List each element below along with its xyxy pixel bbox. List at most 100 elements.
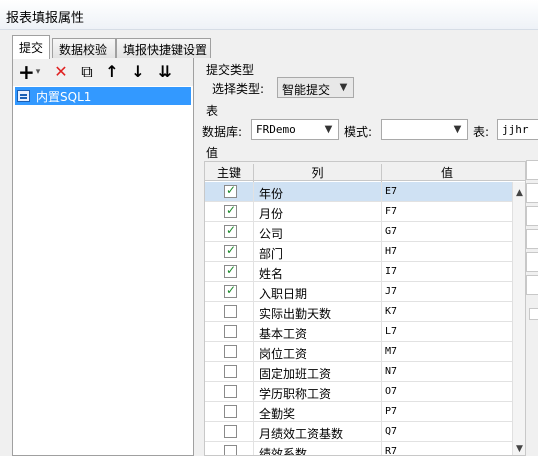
table-body: 年份 E7 月份 F7 公司 G7 部门 H7 姓名 I7 入职日期 J7 实际出勤天数 K7 基本工资 L7… — [205, 182, 512, 456]
database-select[interactable]: FRDemo ▼ — [251, 119, 339, 140]
tab-data-validation[interactable]: 数据校验 — [52, 38, 116, 58]
primary-key-checkbox[interactable] — [224, 243, 237, 258]
column-name-cell: 学历职称工资 — [259, 387, 332, 401]
values-section-label: 值 — [206, 146, 219, 160]
column-name-cell: 基本工资 — [259, 327, 308, 341]
scroll-down-icon[interactable]: ▼ — [513, 442, 525, 455]
column-name-cell: 入职日期 — [259, 287, 308, 301]
table-row[interactable]: 部门 H7 — [205, 242, 512, 262]
delete-icon[interactable]: ✕ — [52, 62, 70, 82]
side-field[interactable] — [526, 160, 538, 180]
primary-key-checkbox[interactable] — [224, 223, 237, 238]
move-up-icon[interactable]: ↑ — [104, 62, 120, 82]
table-label: 表: — [473, 125, 490, 139]
add-icon[interactable]: + — [18, 62, 35, 82]
side-field[interactable] — [526, 206, 538, 226]
primary-key-checkbox[interactable] — [224, 425, 237, 438]
table-row[interactable]: 姓名 I7 — [205, 262, 512, 282]
side-checkbox[interactable] — [529, 308, 538, 320]
value-cell[interactable]: M7 — [385, 346, 397, 357]
side-field[interactable] — [526, 229, 538, 249]
column-name-cell: 绩效系数 — [259, 447, 308, 456]
table-scrollbar[interactable]: ▲ ▼ — [512, 182, 525, 455]
move-down-icon[interactable]: ↓ — [130, 62, 146, 82]
side-field[interactable] — [526, 183, 538, 203]
table-row[interactable]: 公司 G7 — [205, 222, 512, 242]
tab-submit[interactable]: 提交 — [12, 35, 50, 59]
table-section-label: 表 — [206, 104, 219, 118]
primary-key-checkbox[interactable] — [224, 365, 237, 378]
schema-select[interactable]: ▼ — [381, 119, 468, 140]
chevron-down-icon: ▼ — [339, 82, 348, 93]
value-cell[interactable]: Q7 — [385, 426, 397, 437]
table-row[interactable]: 学历职称工资 O7 — [205, 382, 512, 402]
scroll-up-icon[interactable]: ▲ — [513, 186, 525, 200]
schema-label: 模式: — [344, 125, 373, 139]
table-row[interactable]: 年份 E7 — [205, 182, 512, 202]
chevron-down-icon: ▼ — [453, 124, 462, 135]
table-row[interactable]: 月份 F7 — [205, 202, 512, 222]
value-cell[interactable]: K7 — [385, 306, 397, 317]
value-cell[interactable]: F7 — [385, 206, 397, 217]
primary-key-checkbox[interactable] — [224, 263, 237, 278]
table-name-field[interactable]: jjhr — [497, 119, 538, 140]
table-row[interactable]: 月绩效工资基数 Q7 — [205, 422, 512, 442]
database-label: 数据库: — [202, 125, 243, 139]
column-name-cell: 公司 — [259, 227, 284, 241]
tree-item-label: 内置SQL1 — [36, 90, 92, 104]
primary-key-checkbox[interactable] — [224, 183, 237, 198]
submit-type-select[interactable]: 智能提交 ▼ — [277, 77, 354, 98]
table-header: 主键 列 值 — [205, 162, 525, 183]
column-name-cell: 全勤奖 — [259, 407, 296, 421]
sql-list-panel: + ▾ ✕ ⧉ ↑ ↓ ⇊ 内置SQL1 — [12, 58, 194, 456]
value-cell[interactable]: E7 — [385, 186, 397, 197]
value-cell[interactable]: J7 — [385, 286, 397, 297]
value-cell[interactable]: R7 — [385, 446, 397, 455]
table-row[interactable]: 固定加班工资 N7 — [205, 362, 512, 382]
primary-key-checkbox[interactable] — [224, 385, 237, 398]
tree-item-sql1[interactable]: 内置SQL1 — [15, 87, 191, 105]
column-name-cell: 实际出勤天数 — [259, 307, 332, 321]
value-cell[interactable]: N7 — [385, 366, 397, 377]
submit-type-label: 选择类型: — [212, 82, 265, 96]
table-row[interactable]: 绩效系数 R7 — [205, 442, 512, 456]
column-name-cell: 岗位工资 — [259, 347, 308, 361]
value-cell[interactable]: H7 — [385, 246, 397, 257]
value-cell[interactable]: P7 — [385, 406, 397, 417]
submit-config-panel: 提交类型 选择类型: 智能提交 ▼ 表 数据库: FRDemo ▼ 模式: ▼ … — [200, 58, 538, 456]
column-name-cell: 月份 — [259, 207, 284, 221]
submit-type-section-label: 提交类型 — [206, 63, 255, 77]
side-field[interactable] — [526, 252, 538, 272]
sort-icon[interactable]: ⇊ — [156, 62, 174, 82]
table-row[interactable]: 岗位工资 M7 — [205, 342, 512, 362]
chevron-down-icon: ▼ — [324, 124, 333, 135]
value-cell[interactable]: I7 — [385, 266, 397, 277]
value-cell[interactable]: O7 — [385, 386, 397, 397]
window-title: 报表填报属性 — [6, 11, 85, 26]
value-cell[interactable]: G7 — [385, 226, 397, 237]
table-row[interactable]: 基本工资 L7 — [205, 322, 512, 342]
copy-icon[interactable]: ⧉ — [78, 62, 96, 82]
primary-key-checkbox[interactable] — [224, 203, 237, 218]
add-dropdown-icon[interactable]: ▾ — [34, 62, 42, 82]
primary-key-checkbox[interactable] — [224, 445, 237, 455]
table-row[interactable]: 入职日期 J7 — [205, 282, 512, 302]
column-name-cell: 部门 — [259, 247, 284, 261]
header-column: 列 — [311, 166, 324, 180]
primary-key-checkbox[interactable] — [224, 325, 237, 338]
primary-key-checkbox[interactable] — [224, 283, 237, 298]
primary-key-checkbox[interactable] — [224, 405, 237, 418]
column-name-cell: 月绩效工资基数 — [259, 427, 344, 441]
tab-shortcut-settings[interactable]: 填报快捷键设置 — [116, 38, 211, 58]
tab-strip: 提交 数据校验 填报快捷键设置 — [0, 30, 538, 59]
column-name-cell: 姓名 — [259, 267, 284, 281]
title-bar: 报表填报属性 — [0, 0, 538, 30]
sql-toolbar: + ▾ ✕ ⧉ ↑ ↓ ⇊ — [13, 58, 193, 86]
primary-key-checkbox[interactable] — [224, 345, 237, 358]
primary-key-checkbox[interactable] — [224, 305, 237, 318]
table-row[interactable]: 实际出勤天数 K7 — [205, 302, 512, 322]
table-row[interactable]: 全勤奖 P7 — [205, 402, 512, 422]
column-name-cell: 年份 — [259, 187, 284, 201]
side-field[interactable] — [526, 275, 538, 295]
value-cell[interactable]: L7 — [385, 326, 397, 337]
